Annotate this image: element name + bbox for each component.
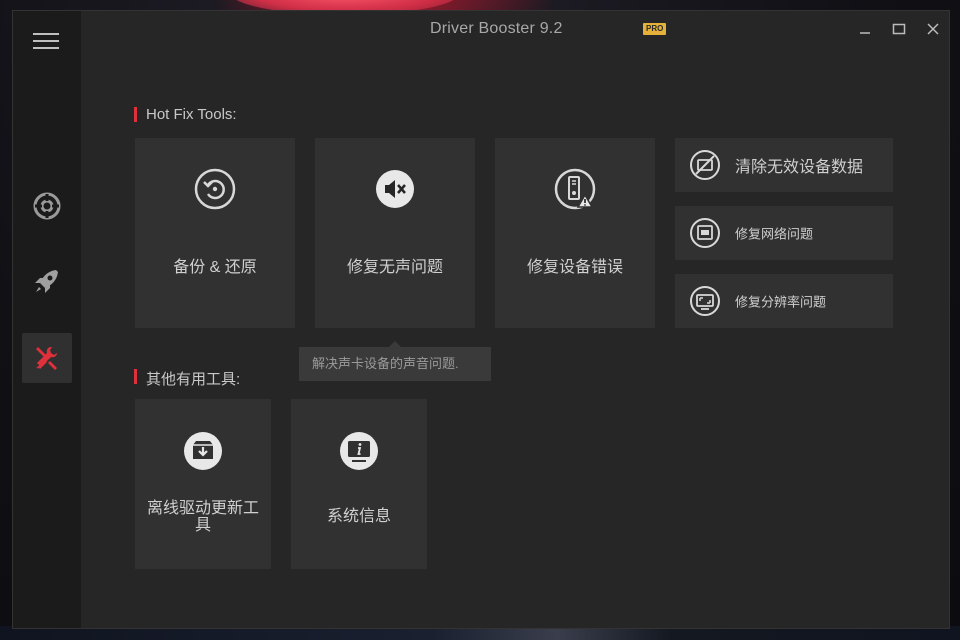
maximize-icon: [892, 23, 906, 35]
fix-device-error-tile[interactable]: 修复设备错误: [495, 138, 655, 328]
app-window: Driver Booster 9.2 PRO Hot Fix Tools: 备份…: [12, 10, 950, 629]
backup-restore-icon: [194, 168, 236, 210]
fix-network-tile[interactable]: 修复网络问题: [675, 206, 893, 260]
maximize-button[interactable]: [891, 21, 907, 37]
device-error-icon: [554, 168, 596, 210]
tooltip: 解决声卡设备的声音问题.: [299, 341, 491, 381]
fix-no-sound-tile[interactable]: 修复无声问题: [315, 138, 475, 328]
lifebuoy-icon: [33, 192, 61, 220]
section-other-title: 其他有用工具:: [134, 368, 240, 389]
close-icon: [927, 23, 939, 35]
section-hotfix-title: Hot Fix Tools:: [134, 106, 237, 123]
minimize-icon: [860, 32, 870, 34]
tile-label: 修复无声问题: [346, 259, 443, 276]
sidebar: [13, 11, 81, 628]
clear-device-data-tile[interactable]: 清除无效设备数据: [675, 138, 893, 192]
tile-label: 修复网络问题: [735, 226, 814, 242]
network-icon: [690, 218, 720, 248]
speaker-mute-icon: [376, 170, 414, 208]
tile-label: 修复设备错误: [526, 259, 623, 276]
tile-label: 备份 & 还原: [173, 259, 257, 276]
fix-resolution-tile[interactable]: 修复分辨率问题: [675, 274, 893, 328]
backup-restore-tile[interactable]: 备份 & 还原: [135, 138, 295, 328]
tools-icon: [36, 347, 57, 370]
minimize-button[interactable]: [857, 21, 873, 37]
sidebar-item-home[interactable]: [22, 181, 72, 231]
pro-badge: PRO: [643, 23, 667, 35]
tile-label: 修复分辨率问题: [735, 294, 827, 310]
sidebar-item-boost[interactable]: [22, 256, 72, 306]
tile-label: 系统信息: [326, 508, 391, 525]
offline-update-icon: [184, 432, 222, 470]
system-info-icon: [340, 432, 378, 470]
sidebar-item-tools[interactable]: [22, 333, 72, 383]
clear-device-data-icon: [690, 150, 720, 180]
close-button[interactable]: [925, 21, 941, 37]
tile-label: 清除无效设备数据: [735, 159, 864, 176]
menu-icon[interactable]: [33, 33, 59, 51]
tile-label: 离线驱动更新工具: [146, 500, 259, 534]
title-bar: Driver Booster 9.2 PRO: [81, 11, 949, 51]
resolution-icon: [690, 286, 720, 316]
rocket-icon: [35, 270, 58, 293]
app-title: Driver Booster 9.2: [430, 20, 563, 37]
offline-driver-update-tile[interactable]: 离线驱动更新工具: [135, 399, 271, 569]
system-info-tile[interactable]: 系统信息: [291, 399, 427, 569]
